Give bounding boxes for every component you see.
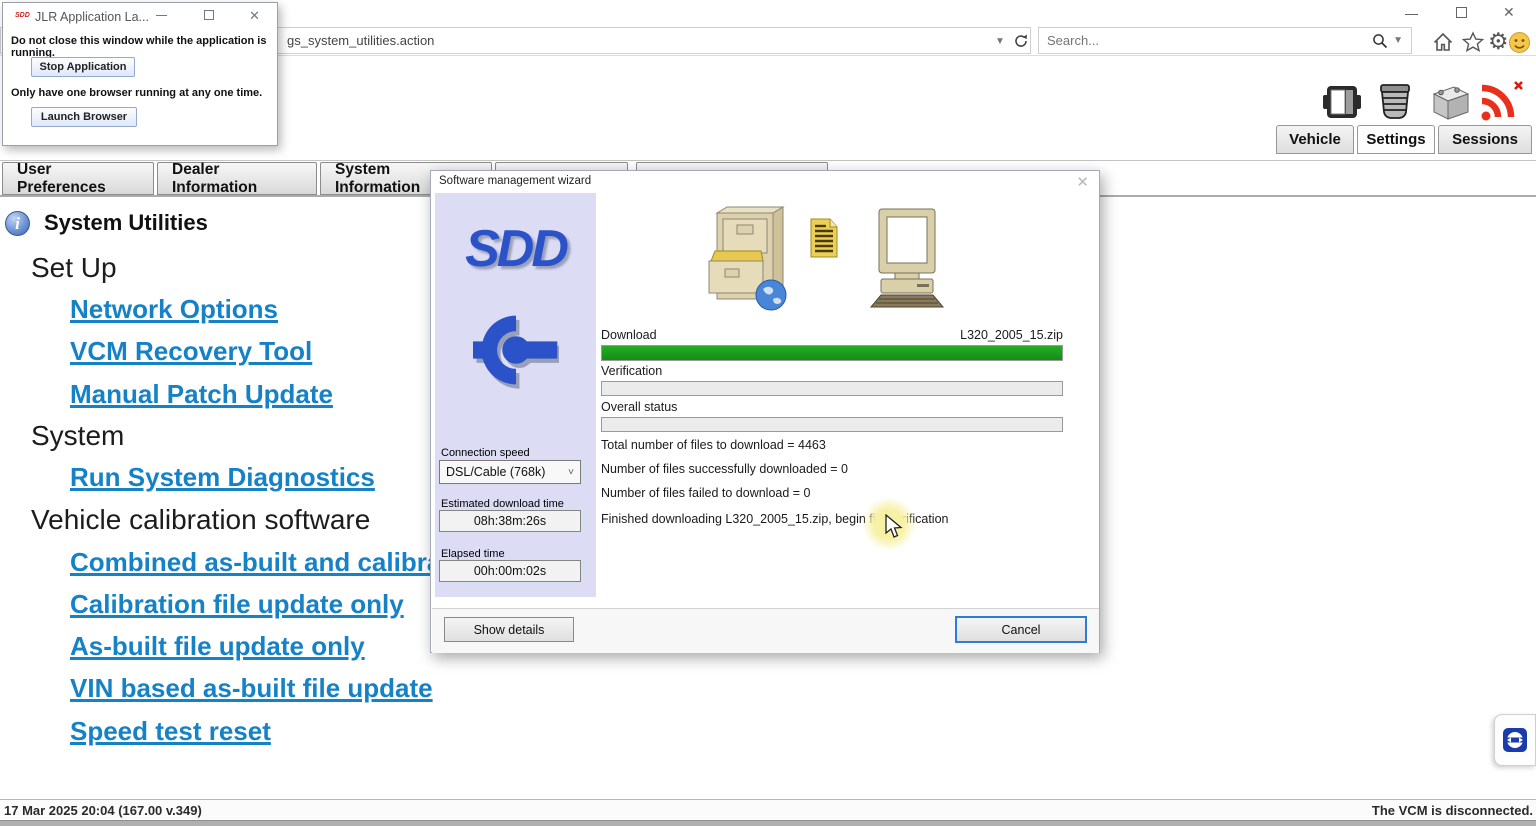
download-label-row: Download L320_2005_15.zip xyxy=(601,328,1063,342)
sdd-side-panel: SDD xyxy=(435,193,596,597)
download-progress-fill xyxy=(602,346,1062,360)
dialog-close-icon[interactable]: ✕ xyxy=(1076,173,1089,191)
tab-settings-label: Settings xyxy=(1366,131,1425,148)
sdd-logo-text: SDD xyxy=(435,219,596,279)
estimated-time-value: 08h:38m:26s xyxy=(439,510,581,532)
feedback-smiley-icon[interactable] xyxy=(1508,31,1531,54)
connection-speed-chevron-icon: ˅ xyxy=(568,467,574,478)
dialog-title: Software management wizard xyxy=(439,175,591,187)
computer-icon xyxy=(861,207,953,309)
browser-close-button[interactable]: ✕ xyxy=(1503,4,1515,21)
launcher-warning-browser: Only have one browser running at any one… xyxy=(11,87,275,99)
link-manual-patch-update[interactable]: Manual Patch Update xyxy=(70,379,333,410)
search-icon[interactable] xyxy=(1371,32,1389,50)
tab-sessions[interactable]: Sessions xyxy=(1438,125,1532,154)
search-input[interactable] xyxy=(1039,33,1371,48)
status-date-version: 17 Mar 2025 20:04 (167.00 v.349) xyxy=(4,803,202,818)
comms-error-icon xyxy=(1478,80,1524,122)
estimated-time-label: Estimated download time xyxy=(441,498,564,510)
status-bar: 17 Mar 2025 20:04 (167.00 v.349) The VCM… xyxy=(0,799,1536,820)
link-vcm-recovery-tool[interactable]: VCM Recovery Tool xyxy=(70,336,312,367)
overall-progress-bar xyxy=(601,417,1063,432)
tab-dealer-information[interactable]: Dealer Information xyxy=(157,162,317,195)
favorites-star-icon[interactable] xyxy=(1462,31,1484,53)
info-icon: i xyxy=(5,211,30,236)
section-heading-vehicle-calibration: Vehicle calibration software xyxy=(31,504,370,536)
tab-vehicle[interactable]: Vehicle xyxy=(1276,125,1354,154)
stop-application-button[interactable]: Stop Application xyxy=(31,57,135,77)
connection-speed-value: DSL/Cable (768k) xyxy=(446,465,545,479)
launcher-close-button[interactable]: ✕ xyxy=(249,8,260,24)
connector-icon xyxy=(1374,82,1416,122)
launcher-title: JLR Application La... xyxy=(35,10,149,24)
browser-maximize-button[interactable] xyxy=(1456,7,1467,18)
bottom-edge-strip xyxy=(0,820,1536,826)
connection-speed-select[interactable]: DSL/Cable (768k) ˅ xyxy=(439,460,581,484)
page-title: System Utilities xyxy=(44,210,208,236)
elapsed-time-label: Elapsed time xyxy=(441,548,505,560)
status-line-success: Number of files successfully downloaded … xyxy=(601,462,848,476)
tab-user-preferences-label: User Preferences xyxy=(17,161,139,197)
section-heading-setup: Set Up xyxy=(31,252,117,284)
show-details-button[interactable]: Show details xyxy=(444,617,574,642)
launcher-minimize-button[interactable] xyxy=(156,15,167,16)
search-box[interactable]: ▼ xyxy=(1038,27,1412,54)
url-text: gs_system_utilities.action xyxy=(287,33,434,48)
tab-settings[interactable]: Settings xyxy=(1357,125,1435,154)
refresh-icon[interactable] xyxy=(1013,33,1029,49)
download-label: Download xyxy=(601,328,657,342)
download-filename: L320_2005_15.zip xyxy=(960,328,1063,342)
launcher-maximize-button[interactable] xyxy=(204,10,214,20)
tab-vehicle-label: Vehicle xyxy=(1289,131,1341,148)
teamviewer-icon xyxy=(1502,727,1528,753)
elapsed-time-value: 00h:00m:02s xyxy=(439,560,581,582)
search-dropdown-icon[interactable]: ▼ xyxy=(1393,35,1403,46)
battery-icon xyxy=(1426,82,1472,122)
document-icon xyxy=(809,217,839,259)
vcm-icon xyxy=(1320,82,1364,122)
settings-gear-icon[interactable]: ⚙ xyxy=(1488,28,1509,55)
sdd-mini-logo: SDD xyxy=(15,12,30,19)
tab-sessions-label: Sessions xyxy=(1452,131,1518,148)
file-cabinet-icon xyxy=(699,203,799,315)
connection-speed-label: Connection speed xyxy=(441,447,530,459)
tab-user-preferences[interactable]: User Preferences xyxy=(2,162,154,195)
link-speed-test-reset[interactable]: Speed test reset xyxy=(70,716,271,747)
sdd-connector-logo xyxy=(473,305,559,395)
section-heading-system: System xyxy=(31,420,124,452)
home-icon[interactable] xyxy=(1432,31,1454,53)
launch-browser-button[interactable]: Launch Browser xyxy=(31,107,137,127)
remote-control-widget[interactable] xyxy=(1494,714,1536,766)
link-network-options[interactable]: Network Options xyxy=(70,294,278,325)
launcher-warning-running: Do not close this window while the appli… xyxy=(11,35,275,59)
link-run-system-diagnostics[interactable]: Run System Diagnostics xyxy=(70,462,375,493)
verification-progress-bar xyxy=(601,381,1063,396)
link-vin-based-as-built[interactable]: VIN based as-built file update xyxy=(70,673,433,704)
jlr-launcher-window: SDD JLR Application La... ✕ Do not close… xyxy=(2,2,278,146)
software-management-wizard-dialog: Software management wizard ✕ SDD xyxy=(430,170,1100,653)
browser-minimize-button[interactable] xyxy=(1405,14,1418,15)
verification-label: Verification xyxy=(601,364,662,378)
status-line-total: Total number of files to download = 4463 xyxy=(601,438,826,452)
address-dropdown-icon[interactable]: ▼ xyxy=(995,36,1005,47)
cancel-button[interactable]: Cancel xyxy=(955,616,1087,643)
link-as-built-file-update[interactable]: As-built file update only xyxy=(70,631,365,662)
tab-dealer-information-label: Dealer Information xyxy=(172,161,302,197)
overall-status-label: Overall status xyxy=(601,400,677,414)
status-line-failed: Number of files failed to download = 0 xyxy=(601,486,811,500)
screen: ✕ gs_system_utilities.action ▼ ▼ ⚙ xyxy=(0,0,1536,826)
download-progress-bar xyxy=(601,345,1063,361)
link-calibration-file-update[interactable]: Calibration file update only xyxy=(70,589,404,620)
status-line-finished: Finished downloading L320_2005_15.zip, b… xyxy=(601,512,948,526)
status-vcm-state: The VCM is disconnected. xyxy=(1372,803,1533,818)
